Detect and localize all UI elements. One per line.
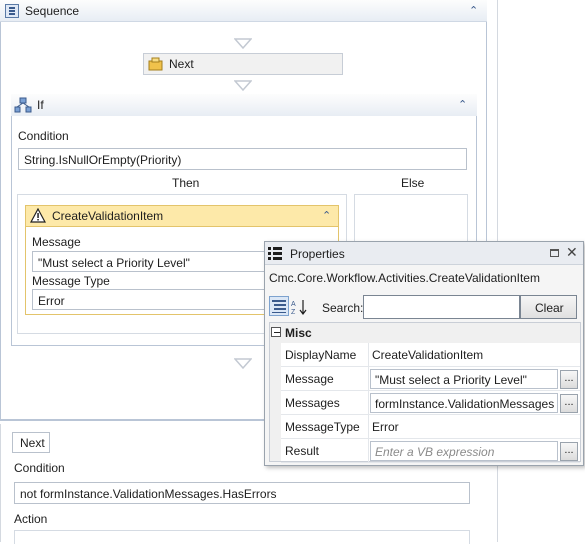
ellipsis-button[interactable]: ... [560, 442, 578, 461]
if-collapse-chevron-icon[interactable]: ⌃︎ [458, 99, 467, 111]
property-value[interactable]: "Must select a Priority Level" [370, 369, 558, 389]
validation-message-type-label: Message Type [32, 274, 110, 288]
property-name: Message [285, 372, 334, 386]
clear-button[interactable]: Clear [520, 295, 577, 319]
if-title: If [37, 98, 44, 112]
property-name: Messages [285, 396, 340, 410]
sequence-icon [5, 4, 19, 18]
property-value[interactable]: CreateValidationItem [372, 348, 483, 362]
grid-margin [270, 343, 281, 461]
next-activity-icon [148, 57, 164, 75]
validation-item-header[interactable]: CreateValidationItem ⌃︎ [25, 205, 339, 227]
property-row[interactable]: Result... Enter a VB expression [281, 439, 580, 463]
collapse-chevron-icon[interactable]: ⌃︎ [469, 5, 478, 17]
if-header[interactable]: If ⌃︎ [11, 94, 477, 116]
transition-condition-input[interactable]: not formInstance.ValidationMessages.HasE… [14, 482, 470, 504]
property-row[interactable]: Messages... formInstance.ValidationMessag… [281, 391, 580, 415]
property-value[interactable]: formInstance.ValidationMessages [370, 393, 558, 413]
validation-message-label: Message [32, 235, 81, 249]
drop-arrow-1 [233, 38, 253, 53]
category-label: Misc [285, 326, 312, 340]
column-separator [368, 343, 369, 367]
if-condition-label: Condition [18, 129, 69, 143]
validation-message-input[interactable]: "Must select a Priority Level" [32, 251, 282, 272]
maximize-icon[interactable] [550, 249, 559, 257]
transition-next-button[interactable]: Next [12, 432, 50, 453]
properties-type-name: Cmc.Core.Workflow.Activities.CreateValid… [269, 271, 540, 285]
svg-text:Z: Z [291, 309, 296, 316]
property-row[interactable]: Message... "Must select a Priority Level" [281, 367, 580, 391]
else-label: Else [401, 176, 425, 190]
sequence-title: Sequence [25, 4, 80, 18]
column-separator [368, 415, 369, 439]
drop-arrow-2 [233, 80, 253, 95]
alphabetical-sort-icon[interactable]: AZ [290, 297, 310, 317]
close-icon[interactable]: ✕ [566, 244, 578, 261]
transition-action-label: Action [14, 512, 48, 526]
collapse-category-icon[interactable] [271, 327, 281, 337]
next-activity-label: Next [169, 57, 194, 71]
category-row-misc[interactable]: Misc [270, 323, 580, 343]
column-separator [368, 439, 369, 463]
if-condition-input[interactable]: String.IsNullOrEmpty(Priority) [18, 148, 467, 170]
ellipsis-button[interactable]: ... [560, 394, 578, 413]
svg-text:A: A [291, 301, 296, 308]
categorized-view-button[interactable] [269, 296, 289, 316]
property-value[interactable]: Error [372, 420, 399, 434]
property-name: Result [285, 444, 320, 458]
validation-message-type-input[interactable]: Error [32, 289, 282, 310]
warning-icon [29, 207, 47, 226]
property-name: DisplayName [285, 348, 357, 362]
validation-collapse-chevron-icon[interactable]: ⌃︎ [322, 210, 331, 222]
transition-condition-label: Condition [14, 461, 65, 475]
drop-arrow-3 [233, 358, 253, 373]
property-value[interactable]: Enter a VB expression [370, 441, 558, 461]
next-activity[interactable]: Next [143, 53, 343, 75]
property-row[interactable]: DisplayName CreateValidationItem [281, 343, 580, 367]
then-label: Then [172, 176, 200, 190]
properties-title: Properties [290, 247, 345, 261]
ellipsis-button[interactable]: ... [560, 370, 578, 389]
column-separator [368, 367, 369, 391]
properties-icon [268, 246, 282, 263]
sequence-header[interactable]: Sequence ⌃︎ [0, 0, 487, 22]
property-name: MessageType [285, 420, 360, 434]
properties-titlebar[interactable]: Properties ✕ [265, 242, 583, 265]
column-separator [368, 391, 369, 415]
property-row[interactable]: MessageType Error [281, 415, 580, 439]
if-icon [14, 97, 32, 116]
search-input[interactable] [363, 295, 520, 319]
search-label: Search: [322, 301, 364, 315]
validation-item-title: CreateValidationItem [52, 209, 164, 223]
